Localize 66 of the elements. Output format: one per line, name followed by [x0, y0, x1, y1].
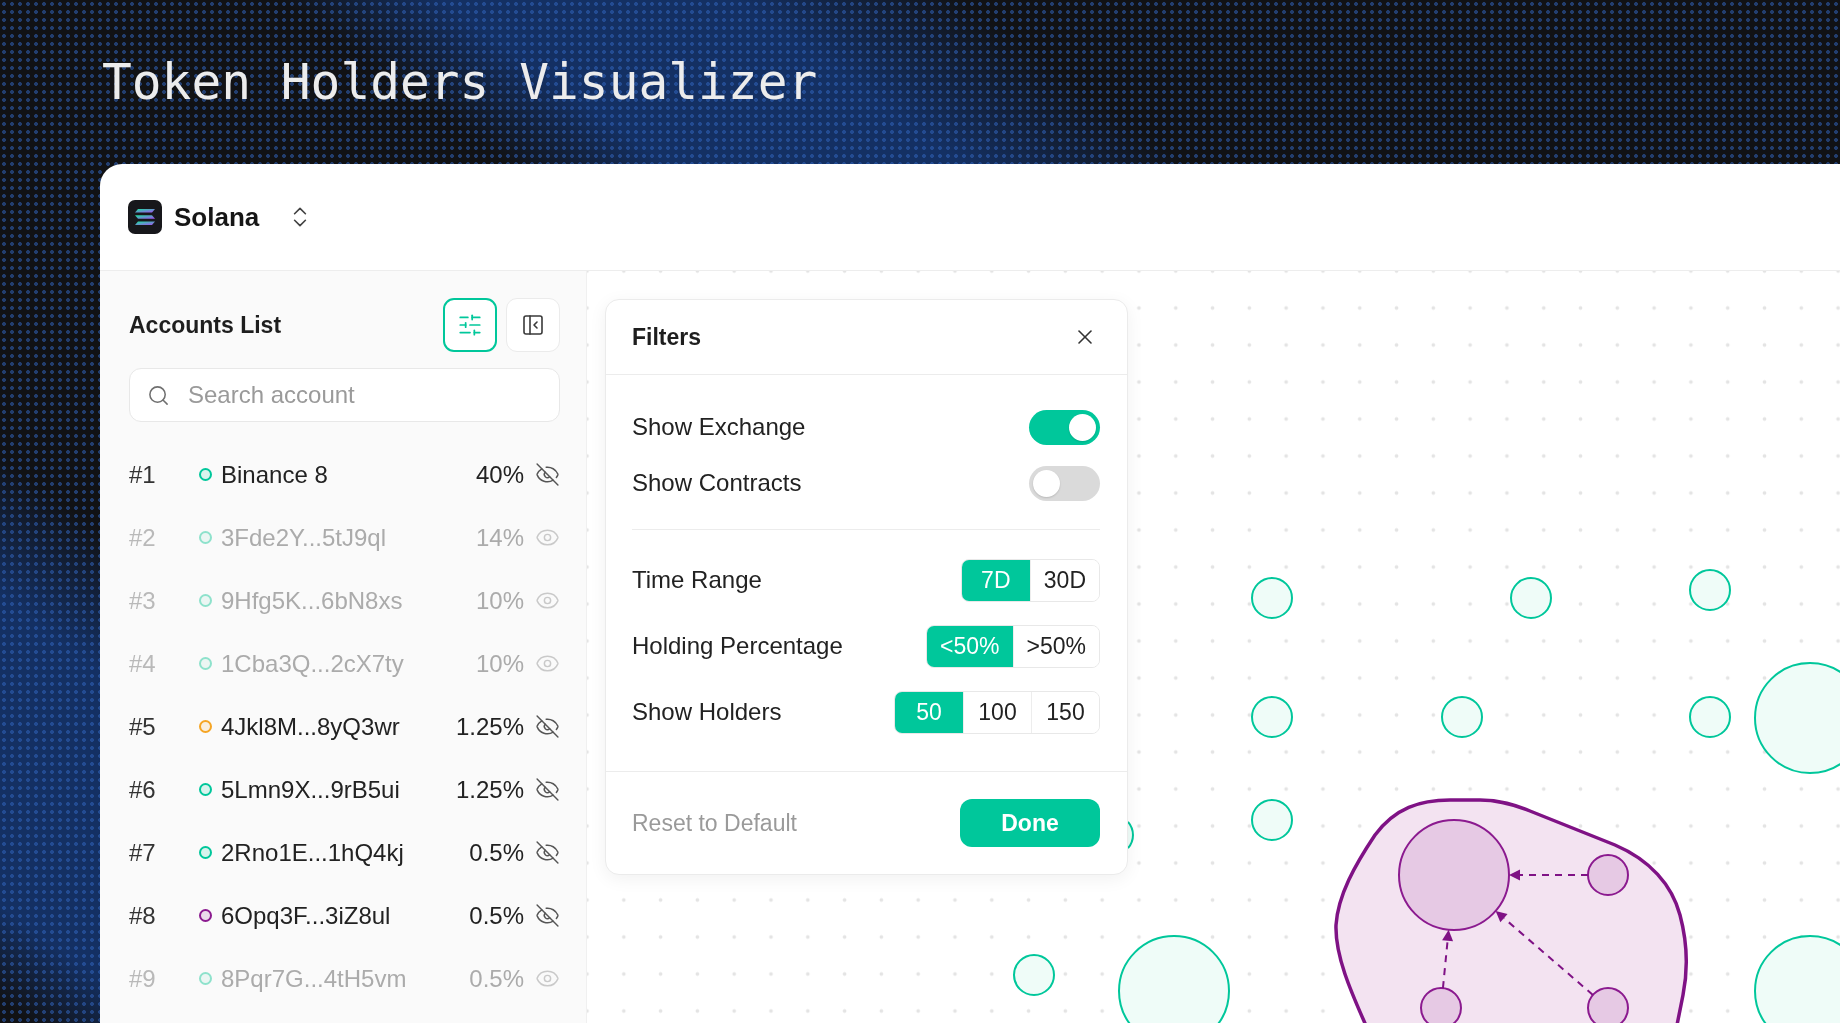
- holder-node: [1689, 569, 1731, 611]
- network-selector[interactable]: Solana: [174, 201, 314, 233]
- holding-share: 14%: [475, 523, 524, 552]
- rank-label: #8: [129, 901, 157, 930]
- holding-share: 10%: [475, 586, 524, 615]
- eye-off-icon: [535, 462, 560, 487]
- holding-share: 10%: [475, 649, 524, 678]
- visibility-toggle[interactable]: [535, 777, 560, 802]
- holding-share: 40%: [475, 460, 524, 489]
- sidebar-title: Accounts List: [129, 311, 282, 339]
- account-name[interactable]: 6Opq3F...3iZ8ul: [221, 901, 391, 930]
- holder-node: [1013, 954, 1055, 996]
- sliders-icon: [457, 312, 483, 338]
- eye-off-icon: [535, 714, 560, 739]
- rank-label: #3: [129, 586, 157, 615]
- account-name[interactable]: 4Jkl8M...8yQ3wr: [221, 712, 400, 741]
- visibility-toggle[interactable]: [535, 840, 560, 865]
- rank-label: #9: [129, 964, 157, 993]
- holder-node: [1689, 696, 1731, 738]
- rank-label: #5: [129, 712, 157, 741]
- account-name[interactable]: 5Lmn9X...9rB5ui: [221, 775, 400, 804]
- setting-label: Show Exchange: [632, 413, 806, 441]
- holder-node: [1251, 577, 1293, 619]
- holder-node: [1251, 696, 1293, 738]
- account-name[interactable]: Binance 8: [221, 460, 328, 489]
- toggle-switch[interactable]: [1029, 409, 1100, 445]
- cluster-node: [1587, 987, 1629, 1023]
- segment-option[interactable]: >50%: [1012, 625, 1099, 667]
- toggle-switch[interactable]: [1029, 465, 1100, 501]
- setting-label: Show Contracts: [632, 469, 802, 497]
- holding-share: 1.25%: [455, 775, 524, 804]
- panel-chevron-icon: [521, 313, 545, 337]
- collapse-sidebar-button[interactable]: [506, 298, 560, 352]
- holding-share: 0.5%: [469, 838, 524, 867]
- eye-off-icon: [535, 777, 560, 802]
- rank-label: #4: [129, 649, 157, 678]
- segment-option[interactable]: 150: [1031, 691, 1099, 733]
- holder-node: [1510, 577, 1552, 619]
- holder-node: [1251, 799, 1293, 841]
- search-field[interactable]: Search account: [129, 368, 560, 422]
- rank-label: #6: [129, 775, 157, 804]
- setting-label: Holding Percentage: [632, 632, 843, 660]
- account-name[interactable]: 2Rno1E...1hQ4kj: [221, 838, 404, 867]
- holding-share: 0.5%: [469, 964, 524, 993]
- setting-label: Show Holders: [632, 698, 782, 726]
- setting-label: Time Range: [632, 566, 762, 594]
- rank-label: #7: [129, 838, 157, 867]
- segment-option[interactable]: 30D: [1029, 559, 1099, 601]
- eye-off-icon: [535, 903, 560, 928]
- search-icon: [146, 383, 170, 407]
- cluster-node: [1587, 854, 1629, 896]
- dashed-arrow: [1441, 929, 1454, 990]
- visibility-toggle[interactable]: [535, 714, 560, 739]
- holding-share: 0.5%: [469, 901, 524, 930]
- panel-title: Filters: [632, 323, 702, 351]
- partial-node: [1127, 820, 1134, 850]
- cluster-node: [1420, 987, 1462, 1023]
- visibility-toggle[interactable]: [535, 462, 560, 487]
- page-title: Token Holders Visualizer: [102, 52, 818, 112]
- eye-off-icon: [535, 840, 560, 865]
- holding-share: 1.25%: [455, 712, 524, 741]
- rank-label: #2: [129, 523, 157, 552]
- rank-label: #1: [129, 460, 157, 489]
- holder-node: [1441, 696, 1483, 738]
- logo-icon: [128, 200, 162, 234]
- visibility-toggle[interactable]: [535, 903, 560, 928]
